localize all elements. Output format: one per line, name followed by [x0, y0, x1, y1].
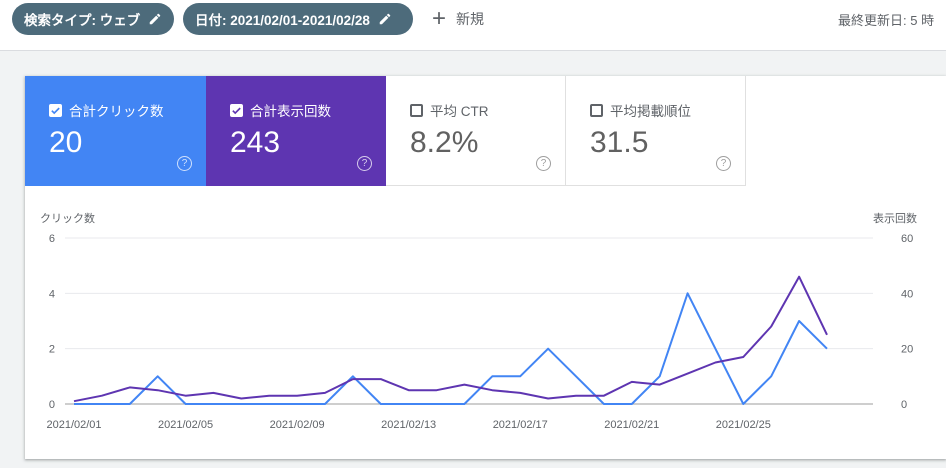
search-type-filter-chip[interactable]: 検索タイプ: ウェブ [12, 3, 174, 35]
x-tick-label: 2021/02/09 [270, 419, 325, 431]
top-filter-bar: 検索タイプ: ウェブ 日付: 2021/02/01-2021/02/28 + 新… [0, 0, 946, 51]
plus-icon: + [432, 5, 447, 32]
metric-total-impressions[interactable]: 合計表示回数 243 ? [206, 76, 386, 186]
metric-value: 31.5 [590, 126, 649, 159]
y-left-tick-label: 4 [49, 288, 55, 300]
date-filter-label: 日付: 2021/02/01-2021/02/28 [195, 13, 370, 28]
x-tick-label: 2021/02/25 [716, 419, 771, 431]
metric-label: 平均掲載順位 [610, 104, 691, 119]
metric-value: 20 [49, 126, 83, 159]
y-left-tick-label: 6 [49, 233, 55, 245]
y-right-tick-label: 60 [901, 233, 913, 245]
metric-label: 合計クリック数 [69, 104, 164, 119]
x-tick-label: 2021/02/21 [604, 419, 659, 431]
metric-average-ctr[interactable]: 平均 CTR 8.2% ? [386, 76, 566, 186]
metric-label: 平均 CTR [430, 104, 489, 119]
performance-line-chart: クリック数 表示回数024602040602021/02/01 2021/02/05… [40, 211, 917, 431]
y-right-tick-label: 20 [901, 344, 913, 356]
help-icon[interactable]: ? [536, 156, 551, 171]
metric-value: 243 [230, 126, 281, 159]
metric-label: 合計表示回数 [250, 104, 331, 119]
x-tick-label: 2021/02/13 [381, 419, 436, 431]
performance-card: 合計クリック数 20 ? 合計表示回数 243 ? 平均 CTR 8.2% ? … [25, 76, 946, 459]
checkbox-unchecked-icon[interactable] [590, 103, 603, 117]
last-updated-text: 最終更新日: 5 時 [838, 13, 935, 28]
y-right-tick-label: 40 [901, 288, 913, 300]
series-line-impressions [73, 275, 828, 403]
y-right-tick-label: 0 [901, 399, 907, 411]
help-icon[interactable]: ? [177, 156, 192, 171]
help-icon[interactable]: ? [357, 156, 372, 171]
y-left-tick-label: 2 [49, 344, 55, 356]
date-filter-chip[interactable]: 日付: 2021/02/01-2021/02/28 [183, 3, 413, 35]
new-filter-label: 新規 [456, 11, 485, 27]
x-tick-label: 2021/02/01 [46, 419, 101, 431]
metric-value: 8.2% [410, 126, 479, 159]
checkbox-checked-icon[interactable] [49, 103, 62, 117]
edit-pencil-icon [148, 12, 162, 26]
new-filter-button[interactable]: + 新規 [432, 3, 484, 35]
metric-average-position[interactable]: 平均掲載順位 31.5 ? [566, 76, 746, 186]
checkbox-unchecked-icon[interactable] [410, 103, 423, 117]
search-type-filter-label: 検索タイプ: ウェブ [24, 13, 141, 28]
edit-pencil-icon [378, 12, 392, 26]
y-axis-left-title: クリック数 [40, 212, 95, 225]
help-icon[interactable]: ? [716, 156, 731, 171]
checkbox-checked-icon[interactable] [230, 103, 243, 117]
metric-total-clicks[interactable]: 合計クリック数 20 ? [25, 76, 206, 186]
y-left-tick-label: 0 [49, 399, 55, 411]
y-axis-right-title: 表示回数 [873, 211, 917, 225]
x-tick-label: 2021/02/17 [493, 419, 548, 431]
x-tick-label: 2021/02/05 [158, 419, 213, 431]
